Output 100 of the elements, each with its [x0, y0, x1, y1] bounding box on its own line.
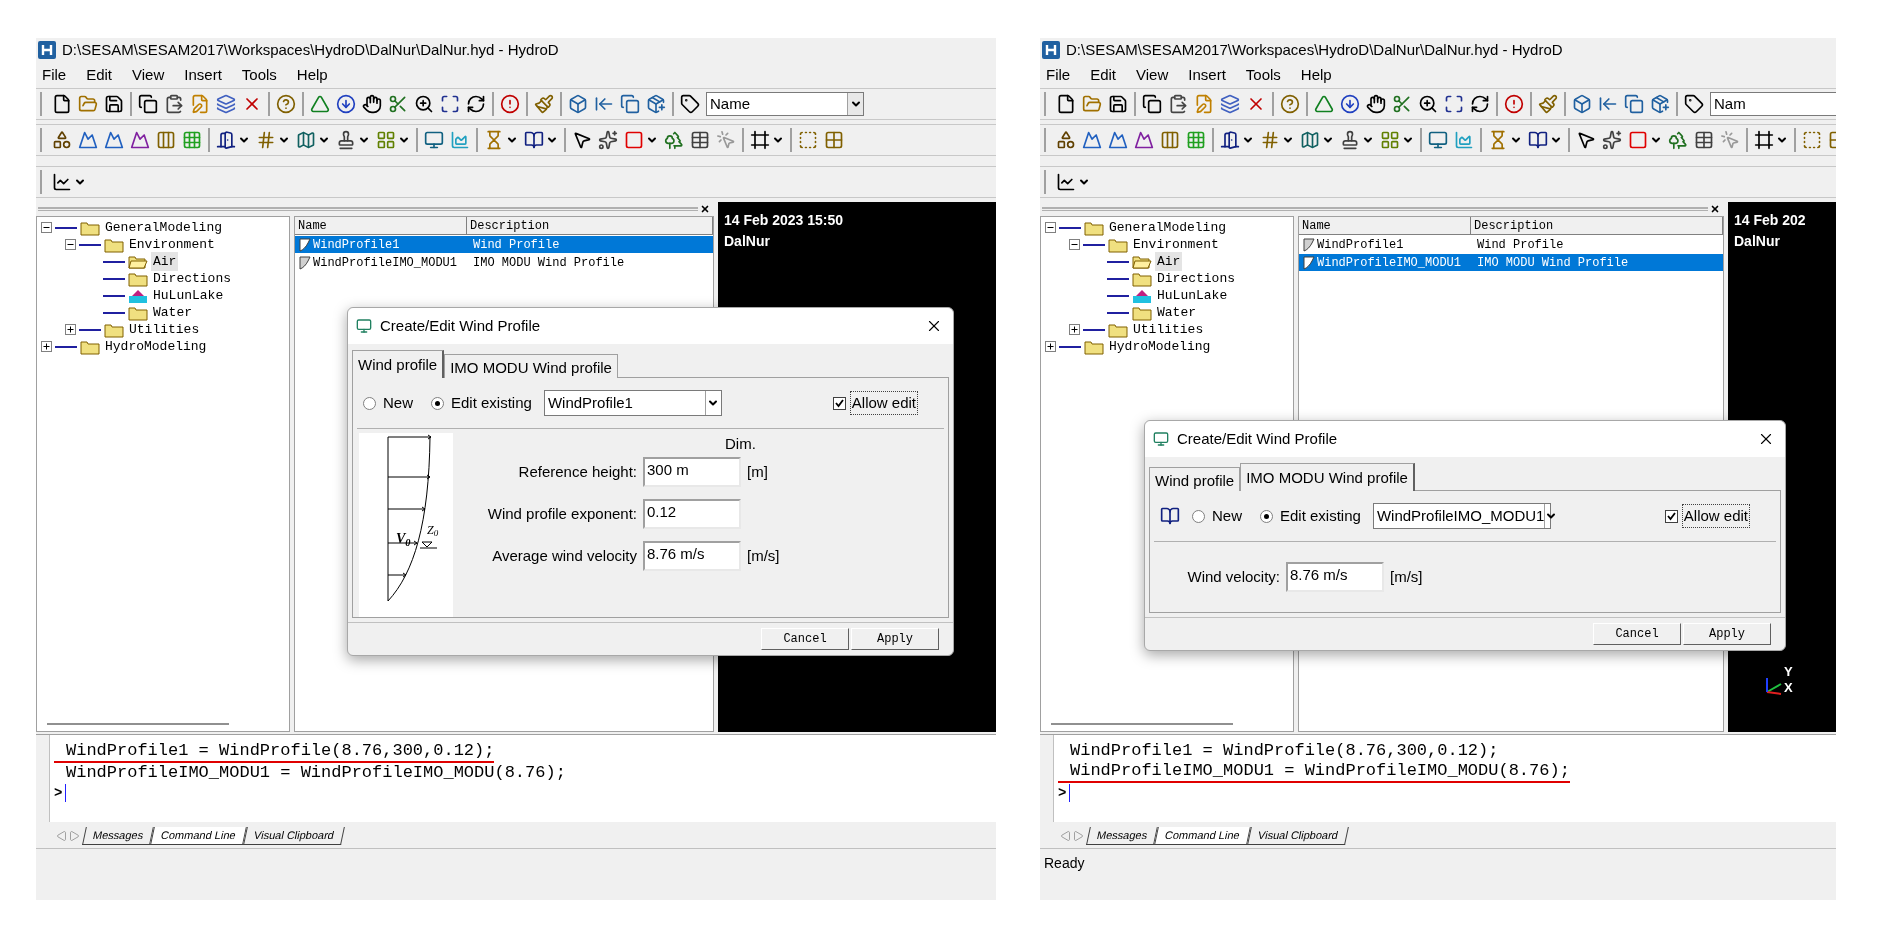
open-folder-icon[interactable]: [1082, 94, 1102, 114]
mountain-icon[interactable]: [1134, 130, 1154, 150]
menu-item[interactable]: Help: [1300, 63, 1332, 87]
menu-item[interactable]: Tools: [1245, 63, 1281, 87]
copies-icon[interactable]: [620, 94, 640, 114]
close-icon[interactable]: [700, 204, 710, 214]
exclamation-icon[interactable]: [500, 94, 520, 114]
collapse-icon[interactable]: [1069, 239, 1080, 250]
mountain-icon[interactable]: [78, 130, 98, 150]
menu-item[interactable]: Edit: [86, 63, 113, 87]
console-tab[interactable]: Messages: [82, 827, 154, 845]
expand-icon[interactable]: [1045, 341, 1056, 352]
monitor-icon[interactable]: [1428, 130, 1448, 150]
rotate-icon[interactable]: [466, 94, 486, 114]
hourglass-icon[interactable]: [484, 130, 504, 150]
save-icon[interactable]: [1108, 94, 1128, 114]
scissors-icon[interactable]: [1392, 94, 1412, 114]
text-field[interactable]: 8.76 m/s: [1286, 562, 1384, 592]
hourglass-icon[interactable]: [1488, 130, 1508, 150]
tree-item[interactable]: Air: [1155, 251, 1183, 272]
dialog-tab[interactable]: IMO MODU Wind profile: [444, 354, 618, 378]
tree-item[interactable]: Air: [151, 251, 179, 272]
chart-icon[interactable]: [450, 130, 470, 150]
radio-button[interactable]: [431, 396, 444, 410]
radio-button[interactable]: [1260, 509, 1273, 523]
menu-item[interactable]: Help: [296, 63, 328, 87]
cube-icon[interactable]: [1572, 94, 1592, 114]
collapse-icon[interactable]: [1045, 222, 1056, 233]
column-header[interactable]: Description: [1471, 217, 1723, 235]
menu-item[interactable]: File: [1046, 63, 1071, 87]
profile-dropdown[interactable]: WindProfile1: [543, 390, 722, 416]
cursor-icon[interactable]: [572, 130, 592, 150]
book-icon[interactable]: [1528, 130, 1548, 150]
trees-icon[interactable]: [1668, 130, 1688, 150]
properties-icon[interactable]: [190, 94, 210, 114]
book-icon[interactable]: [524, 130, 544, 150]
mountain-icon[interactable]: [1082, 130, 1102, 150]
gate-icon[interactable]: [216, 130, 236, 150]
menu-item[interactable]: View: [132, 63, 165, 87]
help-icon[interactable]: [1280, 94, 1300, 114]
cube-plus-icon[interactable]: [646, 94, 666, 114]
fit-icon[interactable]: [1444, 94, 1464, 114]
brush-icon[interactable]: [1538, 94, 1558, 114]
tag-icon[interactable]: [680, 94, 700, 114]
tag-icon[interactable]: [1684, 94, 1704, 114]
new-file-icon[interactable]: [1056, 94, 1076, 114]
columns-icon[interactable]: [1160, 130, 1180, 150]
list-row[interactable]: WindProfile1 Wind Profile: [1299, 236, 1723, 253]
list-row[interactable]: WindProfileIMO_MODU1 IMO MODU Wind Profile: [295, 254, 713, 271]
table-icon[interactable]: [1694, 130, 1714, 150]
dialog-button[interactable]: Apply: [1683, 623, 1771, 645]
list-row[interactable]: WindProfileIMO_MODU1 IMO MODU Wind Profile: [1299, 254, 1723, 271]
copy-icon[interactable]: [1142, 94, 1162, 114]
monitor-icon[interactable]: [424, 130, 444, 150]
open-folder-icon[interactable]: [78, 94, 98, 114]
menu-item[interactable]: Tools: [241, 63, 277, 87]
columns-icon[interactable]: [156, 130, 176, 150]
pyramid-icon[interactable]: [310, 94, 330, 114]
menu-item[interactable]: View: [1136, 63, 1169, 87]
axes-icon[interactable]: [52, 172, 72, 192]
square-icon[interactable]: [624, 130, 644, 150]
console-tab[interactable]: Command Line: [1154, 827, 1251, 845]
menu-item[interactable]: Edit: [1090, 63, 1117, 87]
box-arrow-icon[interactable]: [594, 94, 614, 114]
mountain-icon[interactable]: [104, 130, 124, 150]
dialog-button[interactable]: Apply: [851, 628, 939, 650]
frame-icon[interactable]: [1754, 130, 1774, 150]
dialog-tab[interactable]: IMO MODU Wind profile: [1240, 463, 1415, 491]
mountain-icon[interactable]: [1108, 130, 1128, 150]
save-icon[interactable]: [104, 94, 124, 114]
map-icon[interactable]: [1300, 130, 1320, 150]
console-tab[interactable]: Visual Clipboard: [1246, 827, 1349, 845]
radio-button[interactable]: [363, 396, 376, 410]
hash-icon[interactable]: [1260, 130, 1280, 150]
chart-icon[interactable]: [1454, 130, 1474, 150]
layers-icon[interactable]: [216, 94, 236, 114]
pyramid-icon[interactable]: [1314, 94, 1334, 114]
new-file-icon[interactable]: [52, 94, 72, 114]
dialog-tab[interactable]: Wind profile: [1149, 467, 1241, 491]
table-icon[interactable]: [690, 130, 710, 150]
hash-icon[interactable]: [256, 130, 276, 150]
fit-icon[interactable]: [440, 94, 460, 114]
hand-icon[interactable]: [362, 94, 382, 114]
name-combo[interactable]: Nam: [1710, 92, 1836, 116]
text-field[interactable]: 300 m: [643, 457, 741, 487]
expand-icon[interactable]: [1069, 324, 1080, 335]
console-tab[interactable]: Messages: [1086, 827, 1158, 845]
mountain-icon[interactable]: [130, 130, 150, 150]
menu-item[interactable]: Insert: [184, 63, 222, 87]
column-header[interactable]: Name: [295, 217, 467, 235]
list-row[interactable]: WindProfile1 Wind Profile: [295, 236, 713, 253]
text-field[interactable]: 8.76 m/s: [643, 541, 741, 571]
scissors-icon[interactable]: [388, 94, 408, 114]
square-icon[interactable]: [1628, 130, 1648, 150]
radio-option[interactable]: Edit existing: [1260, 504, 1361, 528]
text-field[interactable]: 0.12: [643, 499, 741, 529]
paste-icon[interactable]: [164, 94, 184, 114]
stamp-icon[interactable]: [1340, 130, 1360, 150]
selection-icon[interactable]: [798, 130, 818, 150]
map-icon[interactable]: [296, 130, 316, 150]
